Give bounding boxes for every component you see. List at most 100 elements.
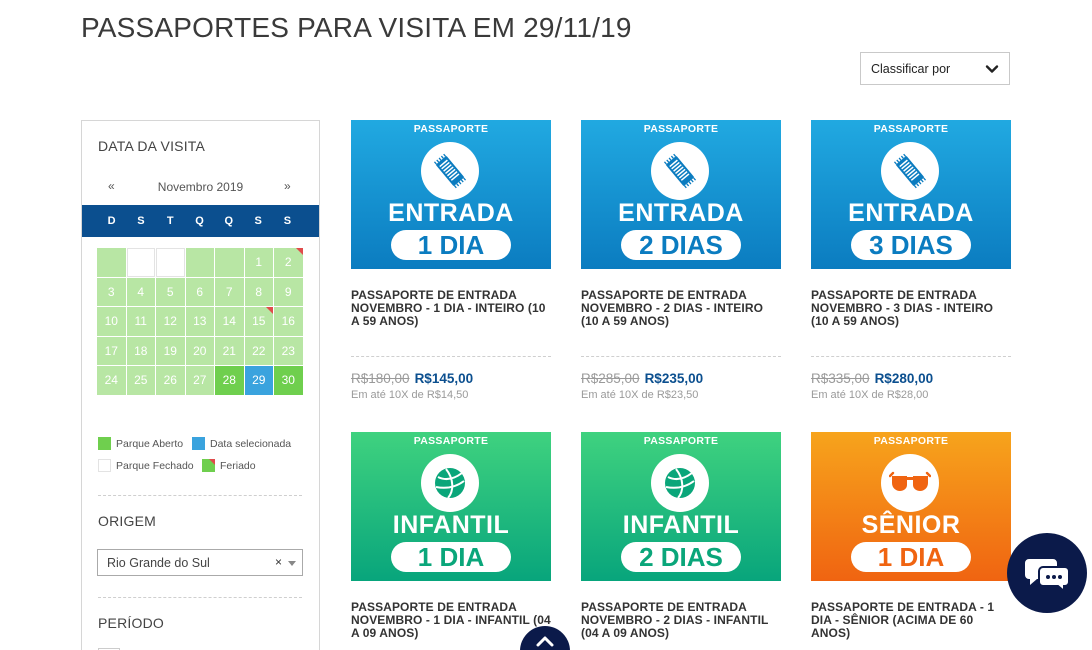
origem-value: Rio Grande do Sul [107,555,210,570]
product-name[interactable]: PASSAPORTE DE ENTRADA NOVEMBRO - 1 DIA -… [351,601,551,640]
weekday-label: D [107,215,116,227]
old-price: R$180,00 [351,371,410,386]
product-days-pill: 2 DIAS [621,542,741,572]
origem-select[interactable]: Rio Grande do Sul × [97,549,303,576]
weekday-label: S [283,215,292,227]
page-title: PASSAPORTES PARA VISITA EM 29/11/19 [81,12,632,43]
product-days-pill: 3 DIAS [851,230,971,260]
calendar-day[interactable]: 6 [185,277,214,306]
calendar-day-empty [185,248,214,277]
divider [581,356,781,357]
product-name[interactable]: PASSAPORTE DE ENTRADA NOVEMBRO - 2 DIAS … [581,601,781,640]
dropdown-arrow-icon [288,561,296,566]
origem-title: ORIGEM [98,513,156,529]
product-prices: R$285,00 R$235,00 [581,371,781,386]
product-image[interactable]: PASSAPORTE ENTRADA 1 DIA [351,120,551,269]
legend-closed-swatch [98,459,111,472]
calendar-day[interactable]: 26 [156,366,185,395]
calendar-day[interactable]: 7 [215,277,244,306]
chevron-down-icon [985,65,999,73]
product-type-word: ENTRADA [388,199,514,227]
calendar-day[interactable]: 11 [126,307,155,336]
product-name[interactable]: PASSAPORTE DE ENTRADA NOVEMBRO - 3 DIAS … [811,289,1011,328]
product-tag: PASSAPORTE [643,435,719,447]
divider [98,495,302,496]
calendar-day[interactable]: 18 [126,336,155,365]
periodo-title: PERÍODO [98,615,164,631]
product-card: PASSAPORTE SÊNIOR 1 DIA PASSAPORTE DE EN… [811,432,1011,640]
product-name[interactable]: PASSAPORTE DE ENTRADA - 1 DIA - SÊNIOR (… [811,601,1011,640]
weekday-label: T [166,215,174,227]
old-price: R$285,00 [581,371,640,386]
chat-button[interactable] [1007,533,1087,613]
product-card: PASSAPORTE INFANTIL 2 DIAS PASSAPORTE DE… [581,432,781,640]
calendar-day[interactable]: 14 [215,307,244,336]
product-tag: PASSAPORTE [643,123,719,135]
ticket-icon [651,142,709,200]
calendar-nav: « Novembro 2019 » [82,179,319,195]
calendar-day[interactable]: 12 [156,307,185,336]
calendar-day[interactable]: 27 [185,366,214,395]
calendar-day[interactable]: 10 [97,307,126,336]
calendar-day[interactable]: 17 [97,336,126,365]
calendar-day[interactable]: 8 [244,277,273,306]
calendar-day[interactable]: 29 [244,366,273,395]
product-name[interactable]: PASSAPORTE DE ENTRADA NOVEMBRO - 1 DIA -… [351,289,551,328]
product-image[interactable]: PASSAPORTE INFANTIL 2 DIAS [581,432,781,581]
product-image[interactable]: PASSAPORTE INFANTIL 1 DIA [351,432,551,581]
installments: Em até 10X de R$14,50 [351,389,469,401]
glasses-icon [881,454,939,512]
product-name[interactable]: PASSAPORTE DE ENTRADA NOVEMBRO - 2 DIAS … [581,289,781,328]
new-price: R$235,00 [644,371,704,386]
calendar-day[interactable]: 28 [215,366,244,395]
product-type-word: ENTRADA [848,199,974,227]
product-days-pill: 1 DIA [391,230,511,260]
calendar-day-empty [215,248,244,277]
calendar-day[interactable]: 16 [274,307,303,336]
calendar-day[interactable]: 13 [185,307,214,336]
legend-selected-swatch [192,437,205,450]
legend-selected: Data selecionada [192,437,291,450]
calendar-day[interactable]: 3 [97,277,126,306]
calendar-next-button[interactable]: » [284,179,291,193]
calendar-day[interactable]: 9 [274,277,303,306]
legend-open: Parque Aberto [98,437,183,450]
chat-icon [1025,559,1070,593]
calendar-day[interactable]: 5 [156,277,185,306]
product-image[interactable]: PASSAPORTE ENTRADA 3 DIAS [811,120,1011,269]
calendar-day[interactable]: 24 [97,366,126,395]
new-price: R$145,00 [414,371,474,386]
product-type-word: INFANTIL [622,511,740,539]
product-image[interactable]: PASSAPORTE SÊNIOR 1 DIA [811,432,1011,581]
legend-selected-label: Data selecionada [210,437,292,450]
calendar-day[interactable]: 2 [274,248,303,277]
calendar-day[interactable]: 20 [185,336,214,365]
product-days-pill: 2 DIAS [621,230,741,260]
old-price: R$335,00 [811,371,870,386]
calendar-day[interactable]: 23 [274,336,303,365]
clear-icon[interactable]: × [275,555,282,569]
calendar-day[interactable]: 22 [244,336,273,365]
ticket-icon [421,142,479,200]
legend-closed: Parque Fechado [98,459,194,472]
weekday-label: Q [224,215,234,227]
visit-date-title: DATA DA VISITA [98,138,206,154]
calendar-day[interactable]: 25 [126,366,155,395]
calendar-day[interactable]: 4 [126,277,155,306]
calendar-day[interactable]: 30 [274,366,303,395]
calendar-day[interactable]: 15 [244,307,273,336]
ball-icon [421,454,479,512]
weekday-label: S [254,215,262,227]
calendar-day[interactable]: 1 [244,248,273,277]
product-image[interactable]: PASSAPORTE ENTRADA 2 DIAS [581,120,781,269]
sort-select[interactable]: Classificar por [860,52,1010,85]
product-prices: R$335,00 R$280,00 [811,371,1011,386]
calendar-day[interactable]: 19 [156,336,185,365]
product-days-pill: 1 DIA [391,542,511,572]
installments: Em até 10X de R$28,00 [811,389,929,401]
calendar-day[interactable]: 21 [215,336,244,365]
legend-holiday-label: Feriado [220,459,256,472]
product-type-word: ENTRADA [618,199,744,227]
product-card: PASSAPORTE ENTRADA 1 DIA PASSAPORTE DE E… [351,120,551,401]
product-tag: PASSAPORTE [873,435,949,447]
